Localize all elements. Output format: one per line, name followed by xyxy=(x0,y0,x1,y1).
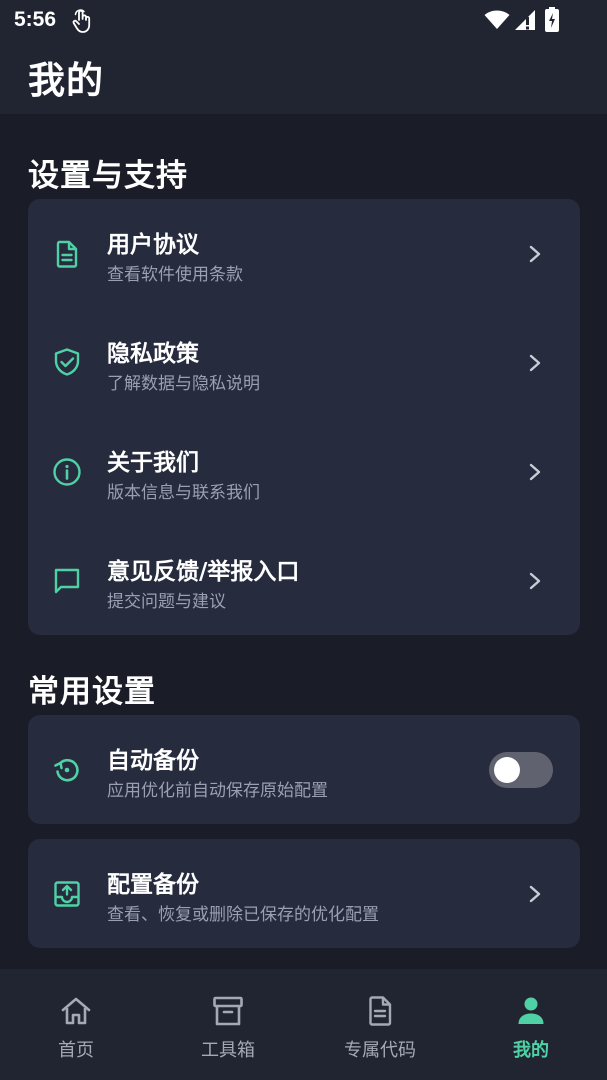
person-icon xyxy=(518,997,544,1024)
nav-tab-exclusive-code[interactable]: 专属代码 xyxy=(304,969,456,1080)
nav-tab-toolbox[interactable]: 工具箱 xyxy=(152,969,304,1080)
auto-backup-toggle[interactable] xyxy=(489,752,553,788)
menu-item-title: 配置备份 xyxy=(107,872,199,898)
page-title: 我的 xyxy=(28,59,104,102)
menu-item-subtitle: 查看软件使用条款 xyxy=(107,265,243,285)
menu-item-user-agreement[interactable]: 用户协议 查看软件使用条款 xyxy=(28,199,580,308)
section-title-support: 设置与支持 xyxy=(28,158,188,194)
home-icon xyxy=(61,997,91,1025)
menu-item-subtitle: 提交问题与建议 xyxy=(107,592,226,612)
section-title-common: 常用设置 xyxy=(28,674,156,710)
menu-item-title: 隐私政策 xyxy=(107,341,199,367)
status-bar: 5:56 xyxy=(0,0,607,42)
archive-box-icon xyxy=(213,996,243,1026)
cell-signal-icon xyxy=(515,10,535,30)
setting-subtitle: 应用优化前自动保存原始配置 xyxy=(107,781,328,801)
setting-title: 自动备份 xyxy=(107,748,199,774)
shield-check-icon xyxy=(54,348,80,376)
nav-label: 工具箱 xyxy=(201,1040,255,1061)
menu-item-title: 意见反馈/举报入口 xyxy=(107,559,300,585)
menu-item-config-backup[interactable]: 配置备份 查看、恢复或删除已保存的优化配置 xyxy=(28,839,580,948)
wifi-icon xyxy=(484,10,510,29)
toggle-knob xyxy=(494,757,520,783)
info-icon xyxy=(53,458,81,486)
chevron-right-icon xyxy=(529,354,541,372)
nav-label: 首页 xyxy=(58,1040,94,1061)
chat-icon xyxy=(54,568,80,594)
menu-item-privacy-policy[interactable]: 隐私政策 了解数据与隐私说明 xyxy=(28,308,580,417)
auto-backup-card: 自动备份 应用优化前自动保存原始配置 xyxy=(28,715,580,824)
file-code-icon xyxy=(369,996,392,1026)
config-backup-card: 配置备份 查看、恢复或删除已保存的优化配置 xyxy=(28,839,580,948)
touch-gesture-icon xyxy=(72,9,91,33)
top-app-bar: 5:56 我的 xyxy=(0,0,607,114)
backup-upload-icon xyxy=(54,881,80,907)
document-icon xyxy=(56,240,78,268)
status-time: 5:56 xyxy=(14,8,57,31)
nav-label: 专属代码 xyxy=(344,1040,416,1061)
bottom-navigation: 首页 工具箱 专属代码 我的 xyxy=(0,969,607,1080)
menu-item-subtitle: 查看、恢复或删除已保存的优化配置 xyxy=(107,905,379,925)
chevron-right-icon xyxy=(529,572,541,590)
chevron-right-icon xyxy=(529,245,541,263)
menu-item-feedback-report[interactable]: 意见反馈/举报入口 提交问题与建议 xyxy=(28,526,580,635)
nav-label: 我的 xyxy=(513,1040,549,1061)
chevron-right-icon xyxy=(529,885,541,903)
restore-icon xyxy=(54,758,79,782)
menu-item-about-us[interactable]: 关于我们 版本信息与联系我们 xyxy=(28,417,580,526)
chevron-right-icon xyxy=(529,463,541,481)
setting-auto-backup: 自动备份 应用优化前自动保存原始配置 xyxy=(28,715,580,824)
nav-tab-home[interactable]: 首页 xyxy=(0,969,152,1080)
nav-tab-mine[interactable]: 我的 xyxy=(455,969,607,1080)
support-card: 用户协议 查看软件使用条款 隐私政策 了解数据与隐私说明 关于我们 版本信息与联… xyxy=(28,199,580,635)
menu-item-title: 关于我们 xyxy=(107,450,199,476)
menu-item-subtitle: 版本信息与联系我们 xyxy=(107,483,260,503)
menu-item-title: 用户协议 xyxy=(107,232,199,258)
battery-icon xyxy=(545,7,559,32)
menu-item-subtitle: 了解数据与隐私说明 xyxy=(107,374,260,394)
